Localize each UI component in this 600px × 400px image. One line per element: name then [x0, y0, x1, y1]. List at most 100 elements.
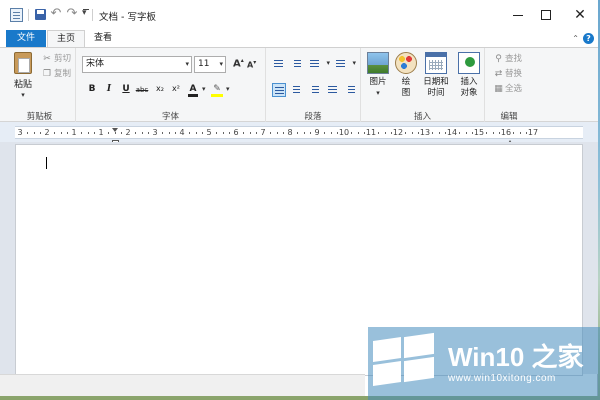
ruler-tick	[384, 132, 386, 134]
save-icon[interactable]	[35, 9, 46, 20]
insert-picture-button[interactable]: 图片 ▾	[365, 52, 391, 99]
object-label-1: 插入	[460, 77, 478, 87]
font-family-select[interactable]: 宋体 ▾	[82, 56, 192, 73]
chevron-down-icon: ▾	[219, 60, 223, 68]
select-all-label: 全选	[505, 84, 523, 94]
title-bar: ↶ ↷ ▾ 文档 - 写字板 ✕	[0, 0, 598, 30]
ruler-number: 2	[125, 128, 131, 137]
font-size-select[interactable]: 11 ▾	[194, 56, 226, 73]
calendar-icon	[425, 52, 447, 74]
font-group-label: 字体	[161, 112, 179, 122]
tab-home[interactable]: 主页	[47, 30, 85, 47]
ruler-number: 17	[527, 128, 539, 137]
ruler-tick	[431, 132, 433, 134]
copy-button[interactable]: ❐ 复制	[42, 67, 71, 81]
ruler-tick	[323, 132, 325, 134]
bold-icon[interactable]: B	[85, 84, 99, 94]
paste-icon	[14, 52, 32, 74]
binoculars-icon: ⚲	[495, 54, 502, 64]
ruler-tick	[33, 132, 35, 134]
highlight-dropdown-icon[interactable]: ▾	[226, 85, 230, 93]
collapse-ribbon-icon[interactable]: ⌃	[572, 34, 579, 43]
text-color-dropdown-icon[interactable]: ▾	[202, 85, 206, 93]
align-right-icon[interactable]	[308, 83, 322, 97]
redo-icon[interactable]: ↷	[66, 6, 78, 21]
quick-access-separator	[28, 9, 29, 21]
subscript-icon[interactable]: x₂	[153, 84, 167, 93]
line-spacing-icon[interactable]: ▾	[334, 57, 356, 71]
paint-drawing-button[interactable]: 绘 图	[395, 52, 417, 99]
ruler-number: 1	[98, 128, 104, 137]
undo-icon[interactable]: ↶	[50, 6, 62, 21]
ruler-number: 7	[260, 128, 266, 137]
shrink-font-icon[interactable]: A▾	[247, 59, 256, 70]
close-button[interactable]: ✕	[564, 0, 596, 30]
minimize-icon	[513, 14, 523, 16]
tab-view[interactable]: 查看	[87, 30, 119, 47]
customize-qat-icon[interactable]: ▾	[82, 8, 89, 18]
select-all-icon: ▦	[494, 84, 503, 94]
align-center-icon[interactable]	[290, 83, 304, 97]
ruler-tick	[276, 132, 278, 134]
clipboard-group: 粘贴 ▾ ✂ 剪切 ❐ 复制 剪贴板	[4, 48, 76, 123]
grow-font-icon[interactable]: A▴	[233, 57, 244, 69]
ruler-tick	[53, 132, 55, 134]
ruler-tick	[519, 132, 521, 134]
ruler-tick	[80, 132, 82, 134]
justify-icon[interactable]	[326, 83, 340, 97]
ruler-number: 3	[152, 128, 158, 137]
copy-icon: ❐	[42, 69, 52, 79]
first-line-indent-marker[interactable]	[112, 128, 118, 132]
strikethrough-icon[interactable]: abc	[135, 86, 149, 94]
highlight-icon[interactable]: ✎	[211, 84, 223, 97]
text-caret	[46, 157, 47, 169]
ruler-number: 10	[338, 128, 350, 137]
ruler-tick	[114, 132, 116, 134]
ruler-tick	[107, 132, 109, 134]
ruler-tick	[40, 132, 42, 134]
ruler-tick	[175, 132, 177, 134]
object-label-2: 对象	[460, 88, 478, 98]
font-size-value: 11	[198, 59, 210, 69]
paragraph-row-1: ▾ ▾	[272, 57, 356, 71]
ruler-tick	[411, 132, 413, 134]
text-color-icon[interactable]: A	[188, 84, 198, 97]
watermark: Win10 之家 www.win10xitong.com	[368, 327, 600, 400]
find-button[interactable]: ⚲ 查找	[493, 52, 522, 64]
ruler-tick	[161, 132, 163, 134]
select-all-button[interactable]: ▦ 全选	[493, 82, 522, 94]
decrease-indent-icon[interactable]	[272, 57, 286, 71]
insert-object-button[interactable]: 插入 对象	[455, 52, 483, 99]
date-time-button[interactable]: 日期和 时间	[421, 52, 451, 99]
superscript-icon[interactable]: x²	[169, 84, 183, 93]
ruler-tick	[195, 132, 197, 134]
ruler-tick	[357, 132, 359, 134]
paste-dropdown-icon[interactable]: ▾	[10, 91, 36, 99]
maximize-button[interactable]	[530, 0, 562, 30]
tab-file[interactable]: 文件	[6, 30, 46, 47]
paragraph-settings-icon[interactable]	[344, 83, 358, 97]
ribbon: 粘贴 ▾ ✂ 剪切 ❐ 复制 剪贴板 宋体 ▾ 11 ▾ A▴ A▾ B I U…	[0, 47, 598, 123]
bullet-list-icon[interactable]: ▾	[308, 57, 330, 71]
cut-button[interactable]: ✂ 剪切	[42, 52, 71, 66]
align-left-icon[interactable]	[272, 83, 286, 97]
ruler-number: 9	[314, 128, 320, 137]
ruler-tick	[168, 132, 170, 134]
ruler-tick	[465, 132, 467, 134]
ruler-track[interactable]: 3 2 1 1 2 3 4 5 6 7 8 9 10 11 12 13 14 15 16 17	[15, 126, 583, 146]
underline-icon[interactable]: U	[119, 84, 133, 94]
picture-icon	[367, 52, 389, 74]
wordpad-app-icon[interactable]	[10, 8, 23, 22]
paste-button[interactable]: 粘贴 ▾	[10, 52, 36, 104]
clipboard-group-label: 剪贴板	[26, 112, 53, 122]
maximize-icon	[541, 10, 551, 20]
ruler-tick	[67, 132, 69, 134]
replace-button[interactable]: ⇄ 替换	[493, 67, 522, 79]
paragraph-group-label: 段落	[304, 112, 322, 122]
italic-icon[interactable]: I	[102, 84, 116, 94]
increase-indent-icon[interactable]	[290, 57, 304, 71]
help-icon[interactable]: ?	[583, 33, 594, 44]
ruler-number: 1	[71, 128, 77, 137]
insert-group-label: 插入	[413, 112, 431, 122]
copy-label: 复制	[54, 69, 72, 79]
